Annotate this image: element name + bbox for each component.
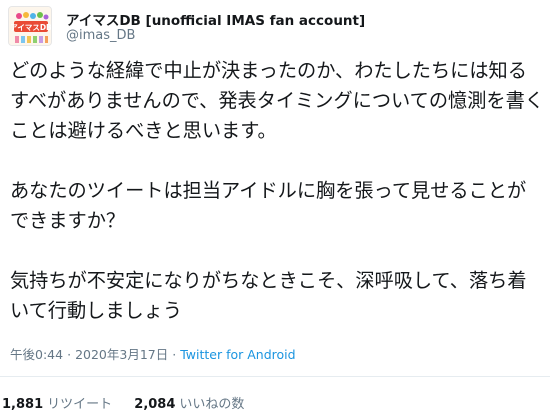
likes-label: いいねの数 bbox=[179, 397, 245, 412]
tweet-time[interactable]: 午後0:44 bbox=[10, 347, 63, 362]
meta-separator: · bbox=[67, 347, 72, 362]
tweet-text: どのような経緯で中止が決まったのか、わたしたちには知るすべがありませんので、発表… bbox=[10, 56, 545, 326]
tweet-paragraph: どのような経緯で中止が決まったのか、わたしたちには知るすべがありませんので、発表… bbox=[10, 59, 544, 142]
likes-count: 2,084 bbox=[134, 397, 176, 412]
tweet-paragraph: 気持ちが不安定になりがちなときこそ、深呼吸して、落ち着いて行動しましょう bbox=[10, 269, 527, 322]
retweets-count: 1,881 bbox=[2, 397, 44, 412]
tweet-paragraph: あなたのツイートは担当アイドルに胸を張って見せることができますか？ bbox=[10, 179, 527, 232]
divider bbox=[0, 376, 550, 377]
tweet-date[interactable]: 2020年3月17日 bbox=[75, 347, 168, 362]
avatar-logo-text: アイマスDB bbox=[10, 23, 52, 32]
imas-db-logo-icon: アイマスDB bbox=[9, 7, 52, 45]
likes-stat[interactable]: 2,084 いいねの数 bbox=[134, 393, 244, 412]
tweet-header: アイマスDB アイマスDB [unofficial IMAS fan accou… bbox=[8, 2, 538, 46]
tweet-meta: 午後0:44 · 2020年3月17日 · Twitter for Android bbox=[10, 344, 296, 363]
author-display-name[interactable]: アイマスDB [unofficial IMAS fan account] bbox=[66, 9, 365, 29]
avatar[interactable]: アイマスDB bbox=[8, 6, 52, 46]
meta-separator: · bbox=[172, 347, 177, 362]
tweet-stats: 1,881 リツイート 2,084 いいねの数 bbox=[2, 393, 262, 412]
retweets-stat[interactable]: 1,881 リツイート bbox=[2, 393, 112, 412]
retweets-label: リツイート bbox=[47, 397, 113, 412]
author-handle[interactable]: @imas_DB bbox=[66, 28, 135, 43]
tweet-source-link[interactable]: Twitter for Android bbox=[180, 347, 295, 362]
tweet-card: アイマスDB アイマスDB [unofficial IMAS fan accou… bbox=[0, 0, 550, 415]
